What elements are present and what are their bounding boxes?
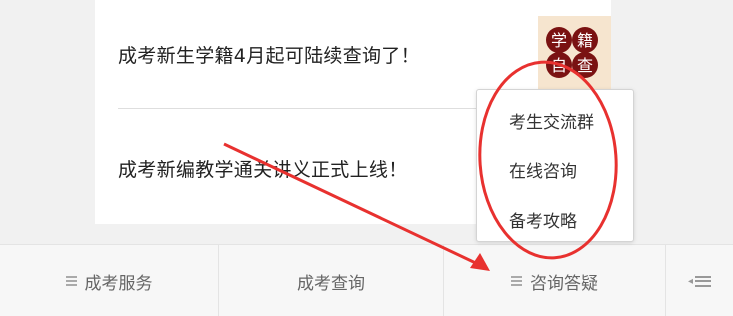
bottom-nav: 成考服务 成考查询 咨询答疑 ◂ bbox=[0, 244, 733, 316]
news-item-title[interactable]: 成考新编教学通关讲义正式上线！ bbox=[118, 155, 408, 182]
thumb-char: 学 bbox=[551, 31, 567, 50]
thumb-char: 籍 bbox=[577, 31, 593, 50]
tab-label: 成考服务 bbox=[84, 273, 153, 294]
thumb-char: 自 bbox=[551, 56, 567, 75]
tab-label: 咨询答疑 bbox=[530, 273, 598, 294]
thumbnail-image: 学 籍 自 查 bbox=[546, 27, 598, 78]
tab-label: 成考查询 bbox=[297, 273, 365, 294]
tab-query[interactable]: 成考查询 bbox=[219, 245, 444, 316]
thumb-char: 查 bbox=[577, 56, 593, 75]
tab-service[interactable]: 成考服务 bbox=[0, 245, 219, 316]
menu-item-study-guide[interactable]: 备考攻略 bbox=[509, 207, 577, 232]
news-item-title[interactable]: 成考新生学籍4月起可陆续查询了！ bbox=[118, 41, 420, 68]
menu-icon bbox=[511, 276, 522, 286]
expand-menu-icon: ◂ bbox=[688, 275, 712, 287]
menu-item-online-consult[interactable]: 在线咨询 bbox=[509, 157, 577, 182]
menu-item-exam-group[interactable]: 考生交流群 bbox=[509, 108, 594, 133]
news-thumbnail[interactable]: 学 籍 自 查 bbox=[538, 16, 611, 89]
expand-menu-button[interactable]: ◂ bbox=[666, 245, 733, 316]
menu-icon bbox=[65, 276, 77, 286]
consult-popup-menu: 考生交流群 在线咨询 备考攻略 bbox=[476, 89, 634, 242]
tab-consult[interactable]: 咨询答疑 bbox=[444, 245, 666, 316]
